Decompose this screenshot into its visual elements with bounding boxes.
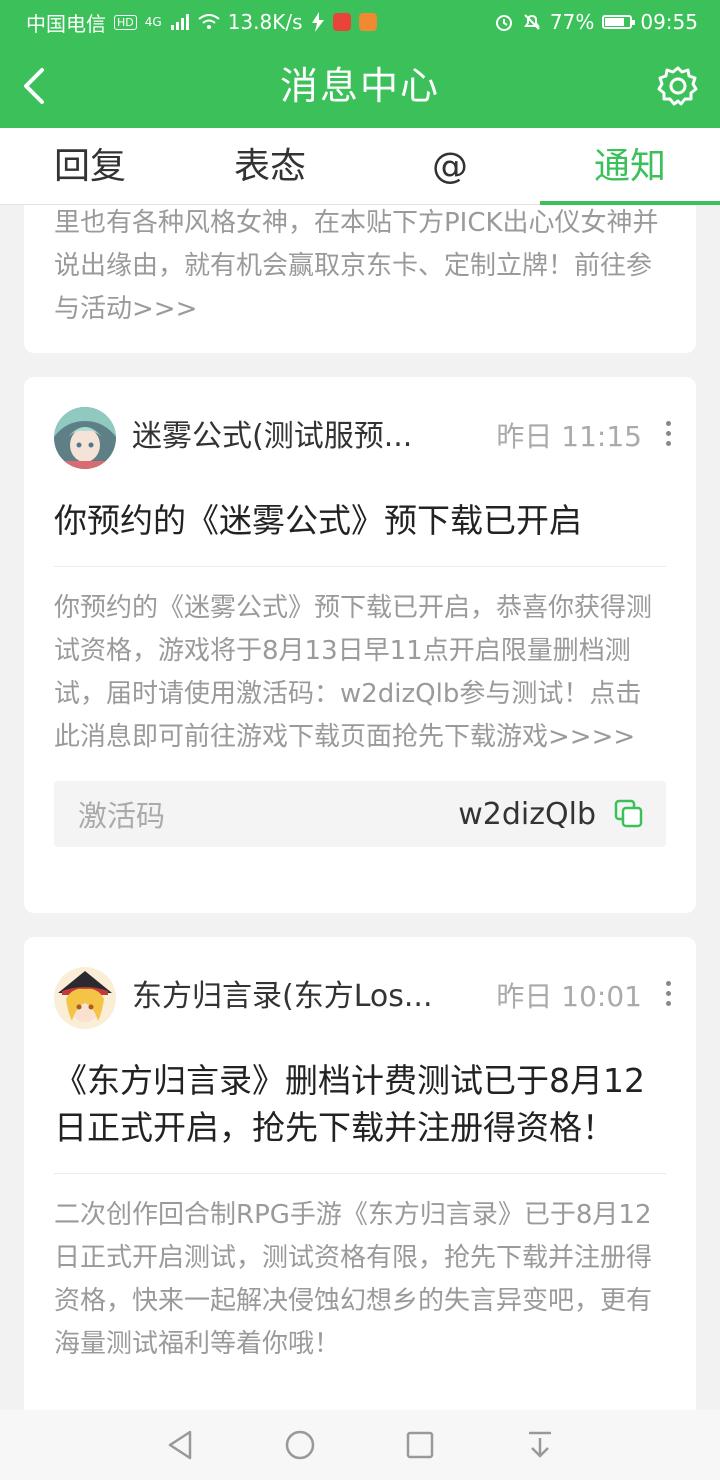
timestamp: 昨日 11:15 [496,420,642,453]
notification-body: 你预约的《迷雾公式》预下载已开启，恭喜你获得测试资格，游戏将于8月13日早11点… [54,593,653,752]
nav-notification-shade-button[interactable] [522,1427,558,1463]
card-header: 东方归言录(东方Los... 昨日 10:01 [54,937,671,1057]
notification-body: 里也有各种风格女神，在本贴下方PICK出心仪女神并说出缘由，就有机会赢取京东卡、… [54,208,659,324]
tab-notifications[interactable]: 通知 [540,128,720,205]
triangle-back-icon [168,1430,192,1460]
notification-title: 《东方归言录》删档计费测试已于8月12日正式开启，抢先下载并注册得资格！ [54,1057,666,1174]
mute-icon [524,14,540,30]
avatar[interactable] [54,407,116,469]
sender-name: 迷雾公式(测试服预... [132,419,413,454]
status-bar: 中国电信 HD 4G 13.8K/s 77% 09:55 [0,0,720,44]
battery-icon [602,15,636,29]
card-header: 迷雾公式(测试服预... 昨日 11:15 [54,377,671,497]
tab-bar: 回复 表态 @ 通知 [0,128,720,205]
copy-icon[interactable] [614,799,644,829]
title-bar: 消息中心 [0,44,720,128]
notification-card-partial[interactable]: 里也有各种风格女神，在本贴下方PICK出心仪女神并说出缘由，就有机会赢取京东卡、… [24,205,696,353]
carrier-label: 中国电信 [26,11,106,36]
circle-home-icon [285,1430,315,1460]
notification-title: 你预约的《迷雾公式》预下载已开启 [54,497,666,567]
nav-home-button[interactable] [282,1427,318,1463]
notification-list[interactable]: 里也有各种风格女神，在本贴下方PICK出心仪女神并说出缘由，就有机会赢取京东卡、… [0,205,720,1410]
nav-back-button[interactable] [162,1427,198,1463]
more-options-icon[interactable] [662,421,674,451]
tab-reply[interactable]: 回复 [0,128,180,204]
pull-down-icon [529,1431,551,1458]
clock: 09:55 [640,10,698,34]
network-type: 4G [144,15,162,29]
activation-code-label: 激活码 [78,799,166,833]
wifi-icon [198,14,220,29]
settings-button[interactable] [656,64,700,108]
sender-name: 东方归言录(东方Los... [132,979,433,1014]
activation-code-value: w2dizQlb [458,796,596,832]
notification-card[interactable]: 东方归言录(东方Los... 昨日 10:01 《东方归言录》删档计费测试已于8… [24,937,696,1410]
hd-badge: HD [114,14,137,30]
system-nav-bar [0,1410,720,1480]
page-title: 消息中心 [279,64,440,108]
app-notification-icon-2 [358,13,377,31]
notification-card[interactable]: 迷雾公式(测试服预... 昨日 11:15 你预约的《迷雾公式》预下载已开启 你… [24,377,696,913]
gear-icon [657,66,698,106]
notification-body: 二次创作回合制RPG手游《东方归言录》已于8月12日正式开启测试，测试资格有限，… [54,1200,653,1359]
alarm-icon [495,15,512,31]
app-notification-icon [332,13,351,31]
battery-percent: 77% [549,10,595,34]
nav-recents-button[interactable] [402,1427,438,1463]
signal-icon [170,14,189,30]
tab-mentions[interactable]: @ [360,128,540,204]
square-recents-icon [406,1431,434,1459]
network-speed: 13.8K/s [227,10,303,34]
tab-reactions[interactable]: 表态 [180,128,360,204]
charging-bolt-icon [311,12,324,32]
timestamp: 昨日 10:01 [496,980,642,1013]
more-options-icon[interactable] [662,981,674,1011]
activation-code-row: 激活码 w2dizQlb [54,781,666,847]
avatar[interactable] [54,967,116,1029]
